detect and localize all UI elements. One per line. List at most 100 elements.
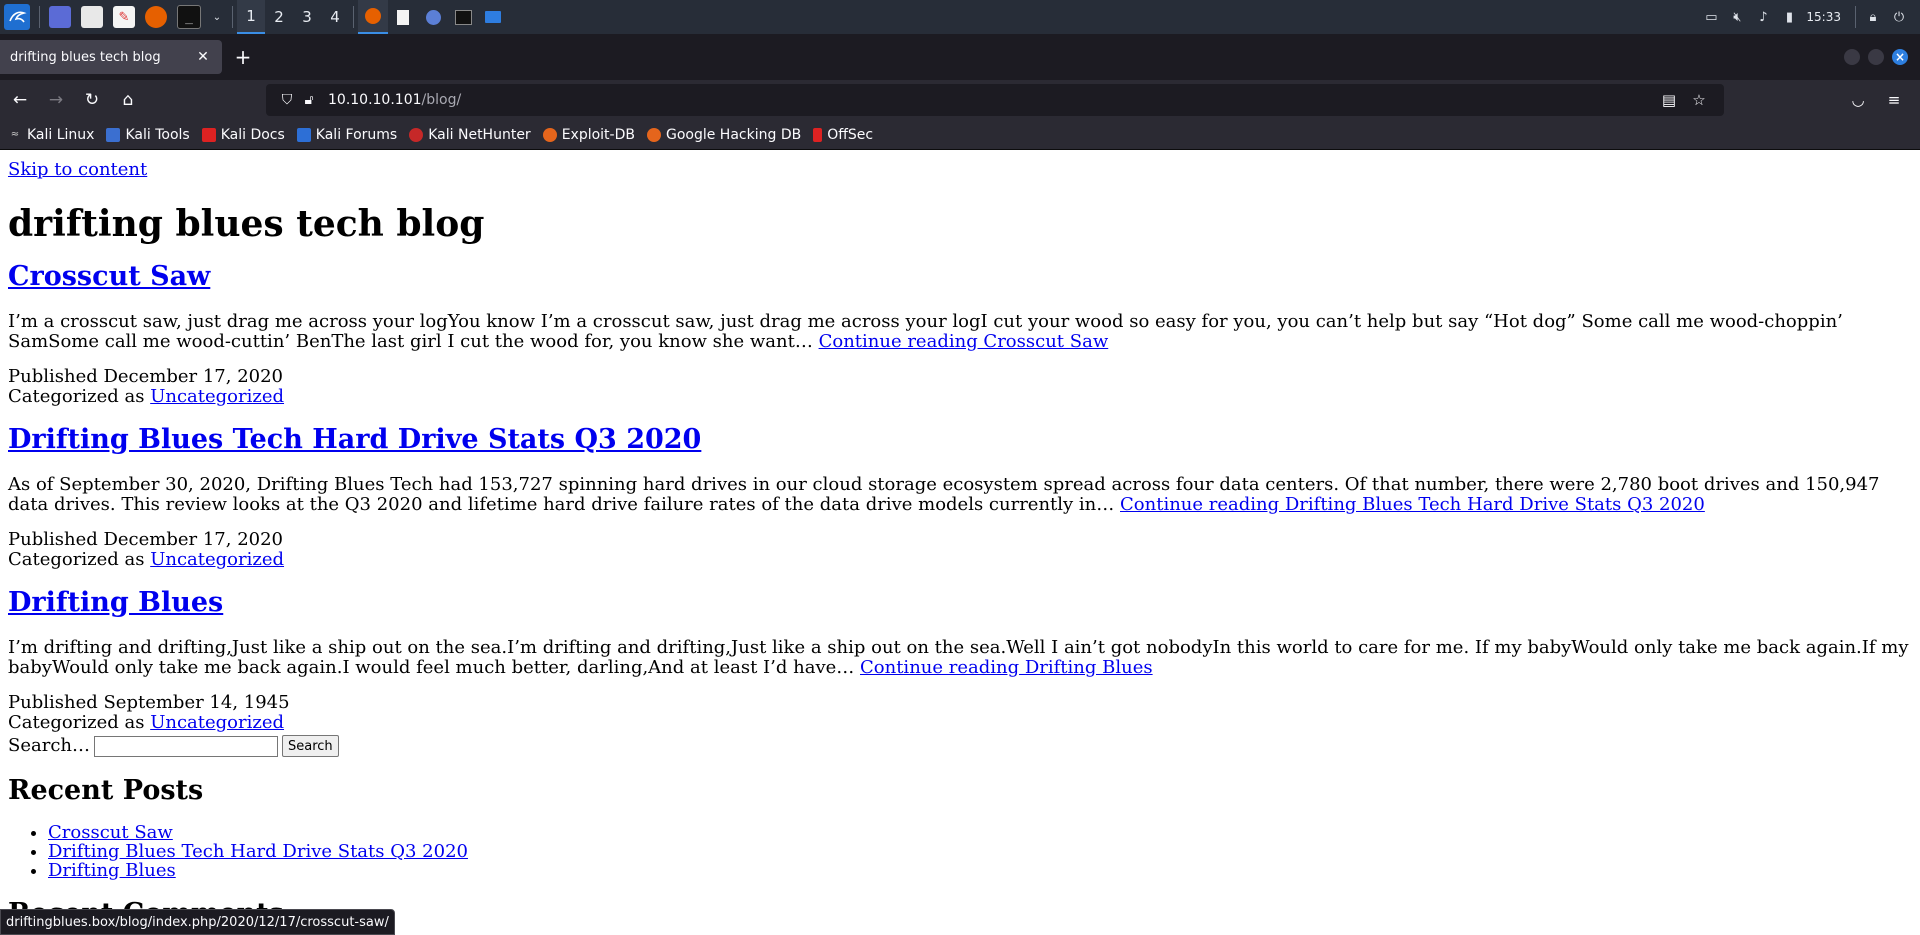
- recent-post-link[interactable]: Drifting Blues: [48, 860, 176, 881]
- new-tab-button[interactable]: +: [226, 40, 260, 74]
- bookmark-offsec[interactable]: OffSec: [813, 127, 873, 143]
- menu-hamburger-icon[interactable]: ≡: [1876, 84, 1912, 116]
- firefox-icon[interactable]: [145, 6, 167, 28]
- browser-tab[interactable]: drifting blues tech blog ✕: [0, 40, 222, 74]
- post-title-link[interactable]: Crosscut Saw: [8, 261, 210, 292]
- ghdb-icon: [646, 127, 661, 142]
- bookmark-kali-nethunter[interactable]: Kali NetHunter: [409, 126, 531, 143]
- category-link[interactable]: Uncategorized: [150, 712, 284, 733]
- forward-button[interactable]: →: [40, 84, 72, 116]
- offsec-icon: [813, 127, 823, 142]
- battery-icon[interactable]: ▮: [1776, 0, 1802, 34]
- post-title: Drifting Blues Tech Hard Drive Stats Q3 …: [8, 423, 1912, 457]
- workspace-2[interactable]: 2: [265, 0, 293, 34]
- link-status-bar: driftingblues.box/blog/index.php/2020/12…: [0, 909, 395, 935]
- categorized-label: Categorized as: [8, 386, 151, 407]
- minimize-button[interactable]: [1844, 49, 1860, 65]
- workspace-1[interactable]: 1: [237, 0, 265, 34]
- category-link[interactable]: Uncategorized: [150, 549, 284, 570]
- post-title-link[interactable]: Drifting Blues Tech Hard Drive Stats Q3 …: [8, 424, 701, 455]
- bookmark-label: Kali Tools: [125, 126, 190, 143]
- continue-reading-link[interactable]: Continue reading Drifting Blues: [860, 657, 1153, 678]
- home-button[interactable]: ⌂: [112, 84, 144, 116]
- lock-icon[interactable]: 🔒︎: [1860, 0, 1886, 34]
- search-form: Search… Search: [8, 735, 1912, 757]
- shield-icon[interactable]: ⛉: [276, 92, 298, 108]
- text-editor-window-icon[interactable]: [388, 0, 418, 34]
- bookmark-label: Kali NetHunter: [428, 126, 531, 143]
- bookmark-star-icon[interactable]: ☆: [1684, 91, 1714, 109]
- navigation-toolbar: ← → ↻ ⌂ ⛉ 🔓︎ 10.10.10.101/blog/ ▤ ☆ ◡ ≡: [0, 80, 1920, 120]
- bookmark-label: Kali Linux: [27, 126, 95, 143]
- list-item: Crosscut Saw: [48, 823, 1912, 842]
- close-tab-icon[interactable]: ✕: [194, 49, 212, 65]
- skip-to-content-link[interactable]: Skip to content: [8, 159, 1912, 180]
- browser-tab-strip: drifting blues tech blog ✕ + ×: [0, 34, 1920, 80]
- display-icon[interactable]: ▭: [1698, 0, 1724, 34]
- continue-reading-link[interactable]: Continue reading Drifting Blues Tech Har…: [1120, 494, 1705, 515]
- workspace-4[interactable]: 4: [321, 0, 349, 34]
- terminal-icon[interactable]: _: [177, 5, 201, 29]
- reload-button[interactable]: ↻: [76, 84, 108, 116]
- post-title: Drifting Blues: [8, 586, 1912, 620]
- post-article: Crosscut Saw I’m a crosscut saw, just dr…: [8, 260, 1912, 407]
- continue-reading-link[interactable]: Continue reading Crosscut Saw: [819, 331, 1109, 352]
- pocket-icon[interactable]: ◡: [1840, 84, 1876, 116]
- web-page: Skip to content drifting blues tech blog…: [0, 151, 1920, 935]
- bookmark-label: Google Hacking DB: [665, 126, 802, 143]
- close-window-button[interactable]: ×: [1892, 49, 1908, 65]
- firefox-window-icon[interactable]: [358, 0, 388, 34]
- url-bar[interactable]: ⛉ 🔓︎ 10.10.10.101/blog/ ▤ ☆: [266, 84, 1724, 116]
- bookmark-label: Exploit-DB: [561, 126, 635, 143]
- category-line: Categorized as Uncategorized: [8, 713, 1912, 733]
- post-title-link[interactable]: Drifting Blues: [8, 587, 223, 618]
- bookmark-exploit-db[interactable]: Exploit-DB: [542, 126, 635, 143]
- kali-tools-icon: [106, 127, 121, 142]
- kali-menu-icon[interactable]: [4, 4, 30, 30]
- category-line: Categorized as Uncategorized: [8, 550, 1912, 570]
- file-manager-icon[interactable]: [81, 6, 103, 28]
- notification-bell-icon[interactable]: ♪: [1750, 0, 1776, 34]
- insecure-lock-icon[interactable]: 🔓︎: [298, 92, 320, 108]
- volume-muted-icon[interactable]: 🔇︎: [1724, 0, 1750, 34]
- search-label: Search…: [8, 735, 90, 756]
- clock[interactable]: 15:33: [1806, 10, 1841, 24]
- burp-window-icon[interactable]: [418, 0, 448, 34]
- post-meta: Published December 17, 2020 Categorized …: [8, 367, 1912, 407]
- post-title: Crosscut Saw: [8, 260, 1912, 294]
- power-icon[interactable]: ⏻: [1886, 0, 1912, 34]
- recent-posts-list: Crosscut Saw Drifting Blues Tech Hard Dr…: [8, 823, 1912, 880]
- bookmark-kali-docs[interactable]: Kali Docs: [201, 127, 285, 143]
- bookmark-kali-linux[interactable]: ≈ Kali Linux: [8, 126, 95, 143]
- desktop-icon[interactable]: [49, 6, 71, 28]
- search-button[interactable]: Search: [282, 735, 339, 757]
- taskbar-separator: [232, 6, 233, 28]
- published-date: Published December 17, 2020: [8, 529, 284, 550]
- bookmark-kali-tools[interactable]: Kali Tools: [106, 126, 190, 143]
- terminal-window-icon[interactable]: [448, 0, 478, 34]
- url-host: 10.10.10.101: [328, 92, 422, 108]
- recent-post-link[interactable]: Crosscut Saw: [48, 822, 173, 843]
- post-article: Drifting Blues Tech Hard Drive Stats Q3 …: [8, 423, 1912, 570]
- post-excerpt: I’m drifting and drifting,Just like a sh…: [8, 638, 1912, 678]
- kali-docs-icon: [201, 127, 216, 142]
- search-input[interactable]: [94, 735, 278, 757]
- maximize-button[interactable]: [1868, 49, 1884, 65]
- recent-posts-title: Recent Posts: [8, 775, 204, 806]
- post-excerpt: As of September 30, 2020, Drifting Blues…: [8, 475, 1912, 515]
- bookmark-google-hacking-db[interactable]: Google Hacking DB: [646, 126, 802, 143]
- category-link[interactable]: Uncategorized: [150, 386, 284, 407]
- workspace-3[interactable]: 3: [293, 0, 321, 34]
- text-editor-icon[interactable]: ✎: [113, 6, 135, 28]
- list-item: Drifting Blues Tech Hard Drive Stats Q3 …: [48, 842, 1912, 861]
- exploit-db-icon: [542, 127, 557, 142]
- category-line: Categorized as Uncategorized: [8, 387, 1912, 407]
- reader-view-icon[interactable]: ▤: [1654, 91, 1684, 109]
- back-button[interactable]: ←: [4, 84, 36, 116]
- bookmarks-toolbar: ≈ Kali Linux Kali Tools Kali Docs Kali Fo…: [0, 120, 1920, 150]
- url-text[interactable]: 10.10.10.101/blog/: [328, 92, 461, 108]
- bookmark-kali-forums[interactable]: Kali Forums: [296, 127, 397, 143]
- folder-window-icon[interactable]: [478, 0, 508, 34]
- chevron-down-icon[interactable]: ⌄: [211, 6, 223, 28]
- recent-post-link[interactable]: Drifting Blues Tech Hard Drive Stats Q3 …: [48, 841, 468, 862]
